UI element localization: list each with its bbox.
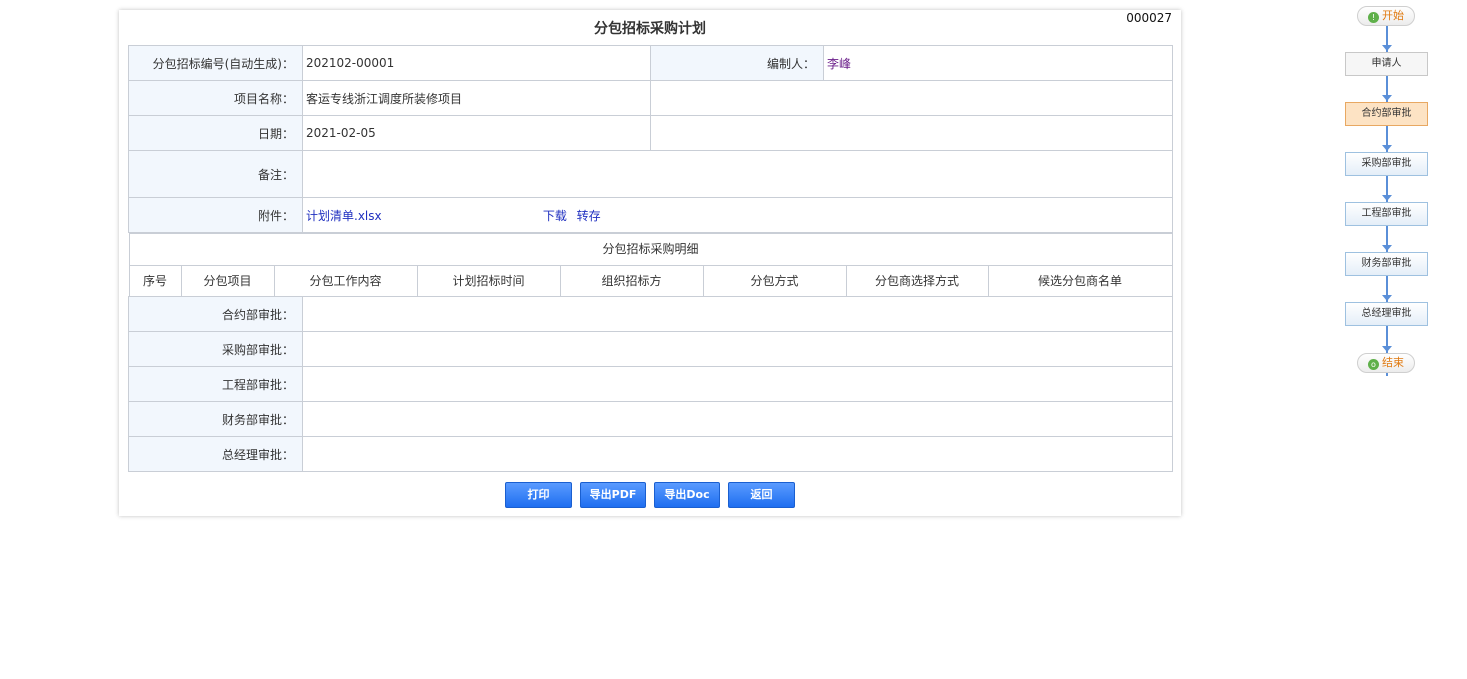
detail-title: 分包招标采购明细 [128, 233, 1173, 266]
download-link[interactable]: 下载 [543, 209, 567, 223]
approval-value [302, 296, 1173, 332]
approval-row-contract: 合约部审批： [128, 296, 1173, 332]
flow-end: o 结束 [1357, 353, 1415, 373]
form-row-attachment: 附件： 计划清单.xlsx 下载 转存 [128, 197, 1173, 233]
project-extra-cell [650, 80, 1173, 116]
page-title: 分包招标采购计划 [594, 21, 706, 37]
remark-label: 备注： [128, 150, 303, 198]
detail-col-organizer: 组织招标方 [561, 266, 704, 296]
attachment-cell: 计划清单.xlsx 下载 转存 [302, 197, 1173, 233]
flow-step-contract[interactable]: 合约部审批 [1345, 102, 1428, 126]
date-extra-cell [650, 115, 1173, 151]
flow-arrow-icon [1382, 195, 1392, 201]
approval-row-finance: 财务部审批： [128, 401, 1173, 437]
attachment-file-link[interactable]: 计划清单.xlsx [306, 209, 382, 223]
flow-start-label: 开始 [1382, 9, 1404, 22]
code-label: 分包招标编号(自动生成)： [128, 45, 303, 81]
flow-start: ! 开始 [1357, 6, 1415, 26]
flow-step-applicant[interactable]: 申请人 [1345, 52, 1428, 76]
detail-col-time: 计划招标时间 [418, 266, 561, 296]
back-button[interactable]: 返回 [728, 482, 795, 508]
export-doc-button[interactable]: 导出Doc [654, 482, 720, 508]
detail-row: 分包招标采购明细 序号 分包项目 分包工作内容 计划招标时间 组织招标方 分包方… [128, 233, 1173, 297]
flow-step-gm[interactable]: 总经理审批 [1345, 302, 1428, 326]
save-as-link[interactable]: 转存 [577, 209, 601, 223]
action-buttons: 打印 导出PDF 导出Doc 返回 [119, 482, 1181, 508]
editor-value: 李峰 [823, 45, 1173, 81]
detail-header: 序号 分包项目 分包工作内容 计划招标时间 组织招标方 分包方式 分包商选择方式… [128, 265, 1173, 297]
flow-step-finance[interactable]: 财务部审批 [1345, 252, 1428, 276]
print-button[interactable]: 打印 [505, 482, 572, 508]
approval-label: 总经理审批： [128, 436, 303, 472]
approval-row-purchasing: 采购部审批： [128, 331, 1173, 367]
approval-label: 合约部审批： [128, 296, 303, 332]
detail-col-candidates: 候选分包商名单 [1037, 274, 1122, 288]
detail-table: 分包招标采购明细 序号 分包项目 分包工作内容 计划招标时间 组织招标方 分包方… [128, 233, 1173, 297]
editor-label: 编制人： [650, 45, 824, 81]
attachment-label: 附件： [128, 197, 303, 233]
project-label: 项目名称： [128, 80, 303, 116]
flow-step-engineering[interactable]: 工程部审批 [1345, 202, 1428, 226]
project-value: 客运专线浙江调度所装修项目 [302, 80, 651, 116]
form-row-date: 日期： 2021-02-05 [128, 115, 1173, 151]
approval-label: 工程部审批： [128, 366, 303, 402]
end-icon: o [1368, 359, 1379, 370]
form-panel: 000027 分包招标采购计划 分包招标编号(自动生成)： 202102-000… [119, 10, 1181, 516]
detail-col-index: 序号 [130, 266, 182, 296]
flow-arrow-icon [1382, 145, 1392, 151]
flow-arrow-icon [1382, 295, 1392, 301]
form-row-code: 分包招标编号(自动生成)： 202102-00001 编制人： 李峰 [128, 45, 1173, 81]
workflow-chart: ! 开始 申请人 合约部审批 采购部审批 工程部审批 财务部审批 总经理审批 o结… [1340, 0, 1440, 400]
approval-row-gm: 总经理审批： [128, 436, 1173, 472]
code-value: 202102-00001 [302, 45, 651, 81]
flow-step-purchasing[interactable]: 采购部审批 [1345, 152, 1428, 176]
flow-arrow-icon [1382, 346, 1392, 352]
approval-label: 采购部审批： [128, 331, 303, 367]
flow-arrow-icon [1382, 245, 1392, 251]
approval-value [302, 436, 1173, 472]
detail-col-item: 分包项目 [182, 266, 275, 296]
approval-label: 财务部审批： [128, 401, 303, 437]
date-label: 日期： [128, 115, 303, 151]
approval-value [302, 331, 1173, 367]
flow-arrow-icon [1382, 95, 1392, 101]
form-table: 分包招标编号(自动生成)： 202102-00001 编制人： 李峰 项目名称：… [128, 45, 1173, 472]
remark-value [302, 150, 1173, 198]
approval-row-engineering: 工程部审批： [128, 366, 1173, 402]
approval-value [302, 366, 1173, 402]
flow-end-label: 结束 [1382, 356, 1404, 369]
detail-col-selection: 分包商选择方式 [847, 266, 989, 296]
detail-cell: 分包招标采购明细 序号 分包项目 分包工作内容 计划招标时间 组织招标方 分包方… [128, 233, 1173, 297]
detail-col-method: 分包方式 [704, 266, 847, 296]
form-row-project: 项目名称： 客运专线浙江调度所装修项目 [128, 80, 1173, 116]
date-value: 2021-02-05 [302, 115, 651, 151]
form-row-remark: 备注： [128, 150, 1173, 198]
export-pdf-button[interactable]: 导出PDF [580, 482, 646, 508]
start-icon: ! [1368, 12, 1379, 23]
detail-col-content: 分包工作内容 [275, 266, 418, 296]
approval-value [302, 401, 1173, 437]
flow-arrow-icon [1382, 45, 1392, 51]
